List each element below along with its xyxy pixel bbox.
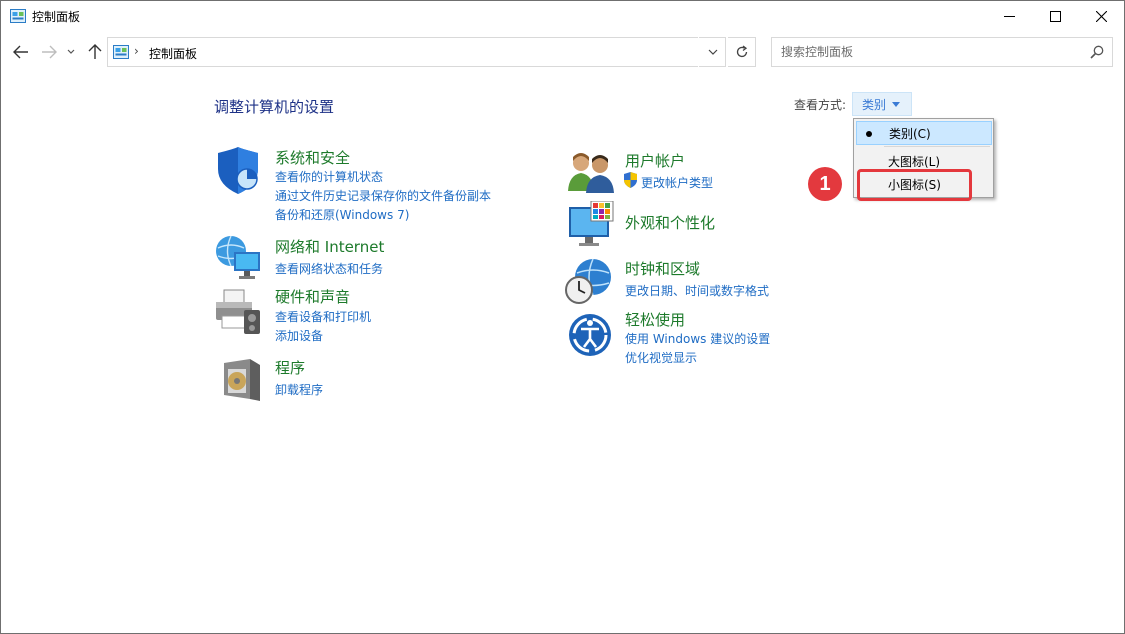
link-change-account-type[interactable]: 更改帐户类型 <box>641 174 713 191</box>
link-add-device[interactable]: 添加设备 <box>275 327 323 344</box>
programs-icon <box>224 359 260 401</box>
window-title: 控制面板 <box>32 10 81 24</box>
ease-of-access-icon <box>569 314 611 356</box>
arrow-up-icon <box>88 44 102 59</box>
arrow-right-icon <box>42 45 57 59</box>
shield-icon <box>218 147 258 194</box>
forward-button[interactable] <box>39 43 59 61</box>
category-title-programs[interactable]: 程序 <box>275 357 305 378</box>
link-recommended-settings[interactable]: 使用 Windows 建议的设置 <box>625 330 770 347</box>
view-by-label: 查看方式: <box>794 98 847 112</box>
category-title-appearance[interactable]: 外观和个性化 <box>625 212 715 233</box>
arrow-left-icon <box>13 45 28 59</box>
uac-shield-icon <box>624 172 637 188</box>
address-bar[interactable]: › 控制面板 <box>107 37 726 67</box>
recent-locations-button[interactable] <box>64 43 78 61</box>
printer-icon <box>216 289 260 334</box>
page-title: 调整计算机的设置 <box>214 98 335 116</box>
link-network-status[interactable]: 查看网络状态和任务 <box>275 260 383 277</box>
category-title-ease[interactable]: 轻松使用 <box>625 309 685 330</box>
category-title-hardware[interactable]: 硬件和声音 <box>275 286 350 307</box>
personalization-icon <box>569 201 614 246</box>
refresh-icon <box>736 45 747 58</box>
search-box[interactable] <box>771 37 1113 67</box>
breadcrumb[interactable]: 控制面板 <box>149 45 197 62</box>
control-panel-icon <box>113 45 129 59</box>
users-icon <box>568 153 614 193</box>
view-by-dropdown[interactable]: 类别 <box>852 92 912 116</box>
link-uninstall[interactable]: 卸载程序 <box>275 381 323 398</box>
radio-dot-icon <box>866 131 872 137</box>
category-title-system[interactable]: 系统和安全 <box>275 147 350 168</box>
control-panel-icon <box>10 9 26 23</box>
link-change-date-time[interactable]: 更改日期、时间或数字格式 <box>625 282 769 299</box>
clock-globe-icon <box>565 258 611 304</box>
annotation-highlight-box <box>857 169 972 201</box>
maximize-button[interactable] <box>1032 1 1078 32</box>
category-title-clock[interactable]: 时钟和区域 <box>625 258 700 279</box>
title-bar: 控制面板 <box>1 1 1124 32</box>
menu-divider <box>884 146 990 147</box>
close-icon <box>1095 11 1107 22</box>
link-devices-printers[interactable]: 查看设备和打印机 <box>275 308 371 325</box>
maximize-icon <box>1049 11 1061 22</box>
chevron-down-icon <box>67 49 75 54</box>
category-title-network[interactable]: 网络和 Internet <box>275 236 384 257</box>
menu-item-label: 类别(C) <box>889 126 931 141</box>
view-by-current: 类别 <box>862 97 887 112</box>
link-check-status[interactable]: 查看你的计算机状态 <box>275 168 383 185</box>
address-history-button[interactable] <box>698 37 726 67</box>
breadcrumb-separator: › <box>134 44 139 58</box>
search-icon[interactable] <box>1090 45 1104 59</box>
menu-item-category[interactable]: 类别(C) <box>856 121 992 145</box>
minimize-icon <box>1003 15 1015 17</box>
close-button[interactable] <box>1078 1 1124 32</box>
menu-item-label: 大图标(L) <box>888 154 941 169</box>
minimize-button[interactable] <box>986 1 1032 32</box>
link-backup-restore[interactable]: 备份和还原(Windows 7) <box>275 206 409 223</box>
chevron-down-icon <box>708 49 717 55</box>
network-globe-icon <box>216 235 260 279</box>
annotation-step-badge: 1 <box>808 167 842 201</box>
category-title-users[interactable]: 用户帐户 <box>625 150 685 171</box>
link-file-history[interactable]: 通过文件历史记录保存你的文件备份副本 <box>275 187 491 204</box>
link-optimize-display[interactable]: 优化视觉显示 <box>625 349 697 366</box>
refresh-button[interactable] <box>728 37 756 67</box>
up-button[interactable] <box>85 43 105 61</box>
search-input[interactable] <box>772 38 1072 66</box>
dropdown-arrow-icon <box>892 101 901 107</box>
back-button[interactable] <box>11 43 31 61</box>
